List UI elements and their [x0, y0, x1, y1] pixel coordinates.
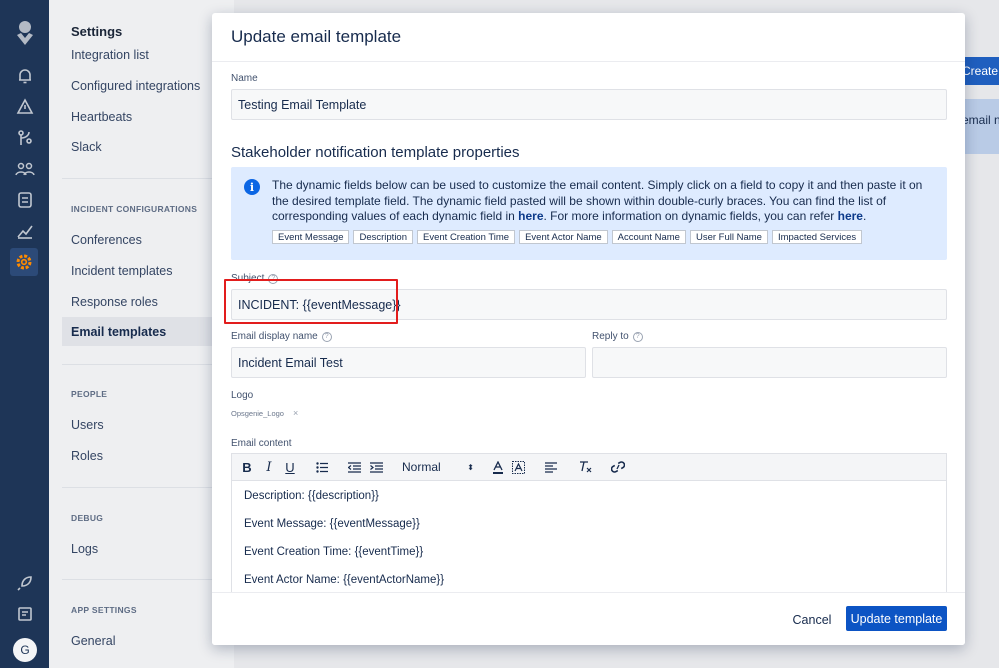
clear-format-icon[interactable] — [577, 454, 593, 480]
sidebar-item-roles[interactable]: Roles — [62, 441, 212, 470]
sidebar-item-email-templates[interactable]: Email templates — [62, 317, 212, 346]
sidebar-section-incident: INCIDENT CONFIGURATIONS — [71, 204, 198, 214]
outdent-icon[interactable] — [346, 454, 362, 480]
sidebar-item-integration-list[interactable]: Integration list — [62, 40, 212, 69]
format-select-value: Normal — [402, 460, 441, 474]
sidebar-divider — [62, 579, 225, 580]
info-icon: i — [244, 179, 260, 195]
bell-icon[interactable] — [12, 63, 37, 88]
editor-line: Event Message: {{eventMessage}} — [244, 518, 420, 530]
sidebar-item-conferences[interactable]: Conferences — [62, 225, 212, 254]
italic-icon[interactable]: I — [261, 454, 277, 480]
info-text-part: . For more information on dynamic fields… — [543, 209, 838, 224]
sidebar-section-app-settings: APP SETTINGS — [71, 605, 137, 615]
editor-line: Event Creation Time: {{eventTime}} — [244, 546, 424, 558]
remove-logo-icon[interactable]: × — [293, 408, 298, 418]
sidebar-section-debug: DEBUG — [71, 513, 104, 523]
sidebar-divider — [62, 487, 225, 488]
reply-to-input[interactable] — [592, 347, 947, 378]
incidents-icon[interactable] — [12, 125, 37, 150]
sidebar-divider — [62, 178, 225, 179]
fields-link[interactable]: here — [518, 209, 543, 223]
dynamic-field-chips: Event Message Description Event Creation… — [272, 230, 863, 244]
logo-filename: Opsgenie_Logo — [231, 409, 284, 418]
display-name-input[interactable]: Incident Email Test — [231, 347, 586, 378]
help-book-icon[interactable] — [12, 601, 37, 626]
name-label: Name — [231, 73, 258, 84]
annotation-highlight-box — [224, 279, 398, 324]
name-input[interactable]: Testing Email Template — [231, 89, 947, 120]
docs-link[interactable]: here — [838, 209, 863, 223]
format-select[interactable]: Normal ⬍ — [402, 454, 474, 480]
dynamic-field-chip[interactable]: Event Actor Name — [519, 230, 608, 244]
align-icon[interactable] — [543, 454, 559, 480]
text-color-icon[interactable] — [490, 454, 506, 480]
user-avatar[interactable]: G — [13, 638, 37, 662]
sidebar-item-general[interactable]: General — [62, 626, 212, 655]
sidebar-item-configured-integrations[interactable]: Configured integrations — [62, 71, 212, 100]
dynamic-field-chip[interactable]: Description — [353, 230, 414, 244]
create-button[interactable]: Create n — [960, 57, 999, 85]
background-info-panel: email n — [960, 99, 999, 154]
modal-footer-divider — [212, 592, 965, 593]
underline-icon[interactable]: U — [282, 454, 298, 480]
editor-line: Event Actor Name: {{eventActorName}} — [244, 574, 445, 586]
modal-header-divider — [212, 61, 965, 62]
teams-icon[interactable] — [12, 156, 37, 181]
help-icon[interactable]: ? — [321, 331, 332, 342]
editor-toolbar: B I U Normal ⬍ — [231, 453, 947, 481]
sidebar-item-users[interactable]: Users — [62, 410, 212, 439]
app-rail: G — [0, 0, 49, 668]
sidebar-section-people: PEOPLE — [71, 389, 108, 399]
info-text-part: . — [862, 209, 867, 224]
sidebar-item-slack[interactable]: Slack — [62, 132, 212, 161]
cancel-button[interactable]: Cancel — [790, 608, 834, 632]
help-icon[interactable]: ? — [632, 331, 643, 342]
link-icon[interactable] — [610, 454, 626, 480]
analytics-icon[interactable] — [12, 218, 37, 243]
reply-to-label-text: Reply to — [592, 331, 629, 342]
dynamic-field-chip[interactable]: Event Creation Time — [417, 230, 516, 244]
settings-title: Settings — [71, 24, 123, 39]
dynamic-fields-info: i The dynamic fields below can be used t… — [231, 167, 947, 260]
settings-sidebar: Settings Integration list Configured int… — [49, 0, 234, 668]
display-name-label-text: Email display name — [231, 331, 318, 342]
modal-title: Update email template — [231, 27, 402, 46]
opsgenie-logo-icon[interactable] — [12, 20, 37, 45]
section-title: Stakeholder notification template proper… — [231, 144, 520, 161]
display-name-label: Email display name? — [231, 331, 332, 342]
sidebar-item-logs[interactable]: Logs — [62, 534, 212, 563]
highlight-color-icon[interactable] — [510, 454, 526, 480]
logo-label: Logo — [231, 390, 254, 401]
editor-line: Description: {{description}} — [244, 490, 379, 502]
update-template-button[interactable]: Update template — [846, 606, 947, 631]
sidebar-item-incident-templates[interactable]: Incident templates — [62, 256, 212, 285]
dynamic-field-chip[interactable]: Impacted Services — [771, 230, 863, 244]
sidebar-item-response-roles[interactable]: Response roles — [62, 287, 212, 316]
sidebar-divider — [62, 364, 225, 365]
dynamic-field-chip[interactable]: Account Name — [611, 230, 686, 244]
reply-to-label: Reply to? — [592, 331, 643, 342]
info-text: The dynamic fields below can be used to … — [272, 178, 937, 225]
update-email-template-modal: Update email template Name Testing Email… — [212, 13, 965, 645]
services-icon[interactable] — [12, 187, 37, 212]
sidebar-item-heartbeats[interactable]: Heartbeats — [62, 102, 212, 131]
dynamic-field-chip[interactable]: Event Message — [272, 230, 350, 244]
dynamic-field-chip[interactable]: User Full Name — [689, 230, 768, 244]
bullet-list-icon[interactable] — [314, 454, 330, 480]
settings-gear-icon[interactable] — [10, 248, 38, 276]
modal-footer: Cancel Update template — [212, 592, 965, 645]
email-content-label: Email content — [231, 438, 292, 449]
indent-icon[interactable] — [368, 454, 384, 480]
rocket-icon[interactable] — [12, 570, 37, 595]
alert-triangle-icon[interactable] — [12, 94, 37, 119]
select-arrows-icon: ⬍ — [467, 462, 474, 472]
bold-icon[interactable]: B — [239, 454, 255, 480]
